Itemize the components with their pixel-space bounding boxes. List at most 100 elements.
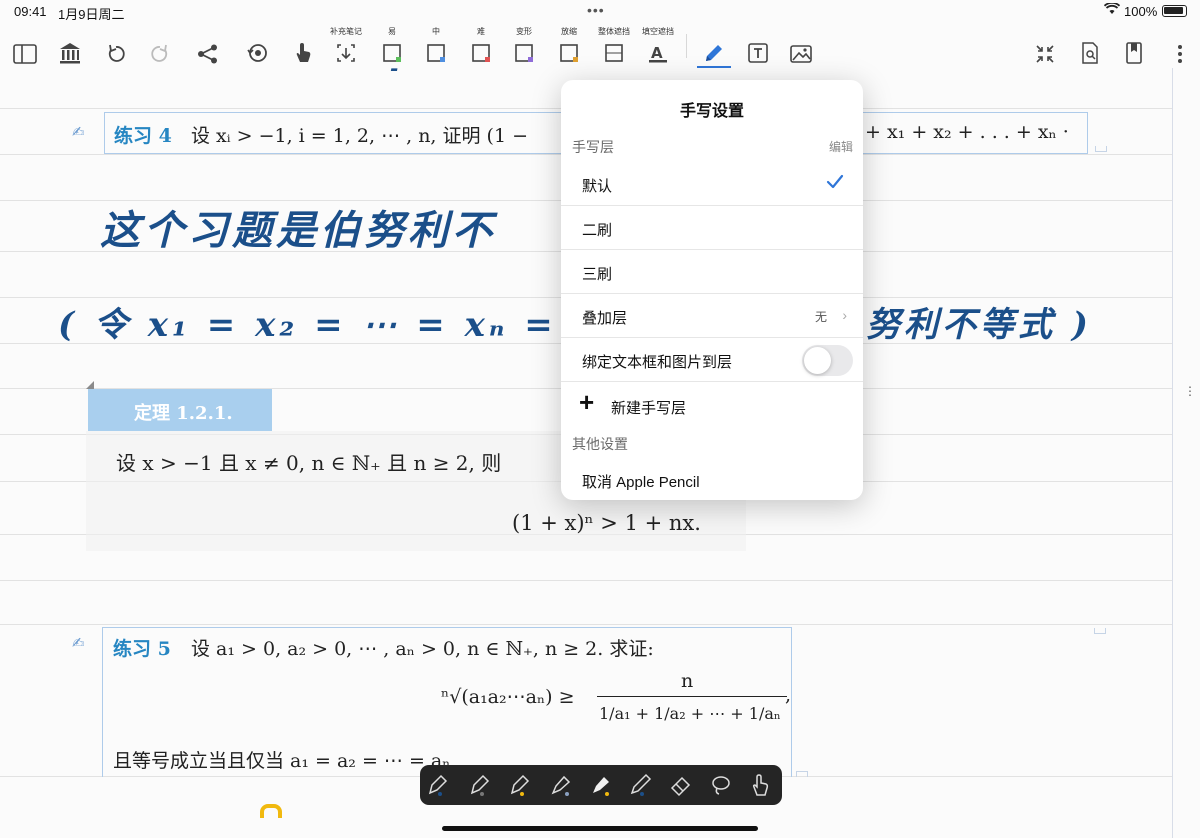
medium-frame-icon (427, 44, 445, 62)
exercise-5-box[interactable]: 练习 5 设 a₁ > 0, a₂ > 0, ⋯ , aₙ > 0, n ∈ ℕ… (102, 627, 792, 777)
fountain-pen-icon (428, 774, 448, 796)
fountain-pen-icon (510, 774, 530, 796)
highlighter-button[interactable] (588, 773, 614, 797)
redo-icon (151, 44, 168, 62)
redo-button[interactable] (142, 26, 178, 64)
fill-mask-button[interactable]: 填空遮挡 A (640, 26, 676, 64)
pencil-tool-icon (630, 773, 652, 796)
transform-button[interactable]: 变形 (506, 26, 542, 64)
status-date: 1月9日周二 (58, 7, 125, 22)
text-mask-icon: A (649, 44, 667, 63)
lasso-icon (712, 776, 730, 795)
bind-to-layer-row: 绑定文本框和图片到层 (561, 338, 863, 382)
exercise-4-tail: + x₁ + x₂ + . . . + xₙ · (865, 121, 1069, 143)
theorem-formula: (1 + x)ⁿ > 1 + nx. (512, 511, 701, 535)
touch-mode-button[interactable] (748, 773, 774, 797)
pen-dock (420, 765, 782, 805)
eraser-button[interactable] (668, 773, 694, 797)
hard-caption: 难 (477, 27, 485, 36)
handwriting-line-1: 这个习题是伯努利不 (100, 207, 496, 254)
battery-percent: 100% (1124, 4, 1158, 19)
hand-tool-button[interactable] (285, 26, 321, 64)
bookmark-book-icon (1126, 42, 1142, 64)
layer-row-third[interactable]: 三刷 (561, 250, 863, 294)
mark-hard-button[interactable]: 难 (463, 26, 499, 64)
share-nodes-icon (198, 44, 217, 64)
new-layer-button[interactable]: + 新建手写层 (561, 383, 863, 427)
overall-mask-icon (605, 44, 623, 62)
easy-caption: 易 (388, 27, 396, 36)
text-box-button[interactable] (740, 26, 776, 64)
more-button[interactable] (1162, 26, 1198, 64)
supplement-note-icon (337, 44, 355, 62)
collapse-button[interactable] (1027, 26, 1063, 64)
share-button[interactable] (190, 26, 226, 64)
edit-layers-button[interactable]: 编辑 (829, 138, 853, 155)
exercise-4-text: 设 xᵢ > −1, i = 1, 2, ⋯ , n, 证明 (1 − (191, 125, 529, 147)
transform-caption: 变形 (516, 27, 532, 36)
undo-button[interactable] (98, 26, 134, 64)
supplement-caption: 补充笔记 (330, 27, 362, 36)
review-button[interactable] (240, 26, 276, 64)
box-handle-icon[interactable] (1094, 628, 1106, 634)
exercise-4-label: 练习 4 (114, 125, 172, 147)
text-box-icon (748, 43, 768, 63)
supplement-note-button[interactable]: 补充笔记 (328, 26, 364, 64)
exercise-5-formula-comma: , (785, 684, 792, 706)
eraser-icon (670, 776, 691, 797)
overall-mask-button[interactable]: 整体遮挡 (596, 26, 632, 64)
marker-icon (551, 775, 571, 796)
annotation-pencil-icon[interactable]: ✍ (72, 634, 85, 652)
document-search-icon (1082, 42, 1098, 64)
home-indicator[interactable] (442, 826, 758, 831)
side-handle-icon[interactable]: ⋮ (1184, 384, 1196, 398)
multitasking-dots-icon[interactable]: ••• (587, 2, 605, 18)
theorem-line-1: 设 x > −1 且 x ≠ 0, n ∈ ℕ₊ 且 n ≥ 2, 则 (116, 451, 502, 475)
search-document-button[interactable] (1072, 26, 1108, 64)
sidebar-toggle-button[interactable] (7, 26, 43, 64)
highlighter-icon (593, 777, 609, 796)
exercise-5-formula-numerator: n (681, 670, 694, 692)
zoom-caption: 放缩 (561, 27, 577, 36)
transform-frame-icon (515, 44, 533, 62)
cancel-apple-pencil-button[interactable]: 取消 Apple Pencil (582, 471, 700, 492)
overlay-layer-value: 无 (814, 310, 827, 324)
status-bar: 09:41 1月9日周二 ••• 100% (0, 0, 1200, 22)
box-handle-icon[interactable] (796, 771, 808, 777)
overlay-layer-row[interactable]: 叠加层 无 › (561, 294, 863, 338)
lasso-button[interactable] (708, 773, 734, 797)
layer-row-second[interactable]: 二刷 (561, 206, 863, 250)
mark-medium-button[interactable]: 中 (418, 26, 454, 64)
marker-button[interactable] (548, 773, 574, 797)
pencil-button[interactable] (628, 773, 654, 797)
undo-icon (108, 44, 125, 62)
image-icon (790, 45, 812, 63)
image-button[interactable] (783, 26, 819, 64)
pen-tool-button[interactable] (696, 26, 732, 64)
annotation-pencil-icon[interactable]: ✍ (72, 123, 85, 141)
library-button[interactable] (52, 26, 88, 64)
toggle-knob (804, 347, 831, 374)
exercise-5-label: 练习 5 (113, 638, 171, 660)
fountain-pen-button-3[interactable] (508, 773, 534, 797)
plus-icon: + (579, 387, 595, 417)
toolbar: 补充笔记 易 中 难 变形 放缩 整体遮挡 填空遮挡 A (0, 22, 1200, 68)
collapse-arrows-icon (1036, 45, 1054, 63)
more-vertical-icon (1178, 45, 1182, 63)
yellow-ink-mark (260, 804, 282, 818)
ruled-line (0, 624, 1172, 625)
layer-row-default[interactable]: 默认 (561, 162, 863, 206)
box-handle-icon[interactable] (1095, 146, 1107, 152)
zoom-scale-button[interactable]: 放缩 (551, 26, 587, 64)
hand-pointer-icon (296, 43, 311, 62)
theorem-fold-icon (86, 381, 94, 389)
bind-to-layer-toggle[interactable] (802, 345, 853, 376)
fraction-bar (597, 696, 787, 697)
new-layer-label: 新建手写层 (611, 400, 687, 417)
fountain-pen-button[interactable] (426, 773, 452, 797)
page-margin-line (1172, 68, 1173, 838)
bookmark-button[interactable] (1116, 26, 1152, 64)
layer-label: 默认 (582, 178, 613, 195)
theorem-tab: 定理 1.2.1. (88, 389, 272, 431)
fountain-pen-button-2[interactable] (468, 773, 494, 797)
